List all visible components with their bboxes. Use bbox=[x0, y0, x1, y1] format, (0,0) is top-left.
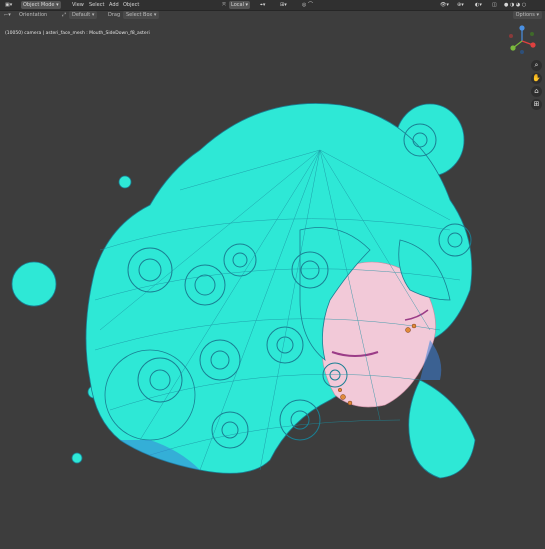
pivot-dropdown[interactable]: Local ▾ bbox=[229, 1, 251, 9]
mode-label: Object Mode bbox=[23, 2, 55, 8]
overlay-toggle-icon[interactable]: ◐▾ bbox=[473, 1, 484, 9]
orientation-dropdown[interactable]: Default ▾ bbox=[69, 11, 98, 19]
tool-settings-bar: ⌐▾ Orientation ⤢ Default ▾ Drag Select B… bbox=[0, 10, 545, 21]
mesh-sphere bbox=[11, 261, 57, 307]
menu-select[interactable]: Select bbox=[87, 1, 106, 9]
options-button[interactable]: Options ▾ bbox=[512, 11, 542, 19]
tool-icon[interactable]: ⌐▾ bbox=[4, 11, 11, 19]
drag-value: Select Box bbox=[126, 12, 153, 18]
menu-view[interactable]: View bbox=[70, 1, 86, 9]
options-label: Options bbox=[515, 12, 535, 18]
editor-type-icon[interactable]: ▣▾ bbox=[3, 1, 14, 9]
drag-dropdown[interactable]: Select Box ▾ bbox=[123, 11, 160, 19]
snap-icon[interactable]: ⌖▾ bbox=[258, 1, 267, 9]
menu-object[interactable]: Object bbox=[121, 1, 141, 9]
orientation-value: Default bbox=[72, 12, 91, 18]
hair-mesh-model bbox=[11, 103, 476, 479]
mode-dropdown[interactable]: Object Mode ▾ bbox=[21, 1, 61, 9]
drag-label: Drag bbox=[108, 12, 121, 18]
proportional-edit-icon[interactable]: ◎ ⌒ bbox=[300, 1, 315, 9]
xray-icon[interactable]: ◫ bbox=[490, 1, 499, 9]
snapping-grid-icon[interactable]: ⊞▾ bbox=[278, 1, 289, 9]
orientation-icon[interactable]: ⤢ bbox=[62, 11, 66, 19]
orientation-label: Orientation bbox=[19, 12, 48, 18]
menu-add[interactable]: Add bbox=[107, 1, 121, 9]
visibility-icon[interactable]: 👁▾ bbox=[438, 1, 451, 9]
pivot-label: Local bbox=[231, 2, 244, 8]
3d-viewport[interactable] bbox=[0, 21, 545, 545]
shading-solid-icon[interactable]: ● ◑ ◕ ○ bbox=[502, 1, 528, 9]
transform-orientation-icon[interactable]: ⤧ bbox=[220, 1, 228, 9]
gizmo-toggle-icon[interactable]: ⊕▾ bbox=[455, 1, 466, 9]
